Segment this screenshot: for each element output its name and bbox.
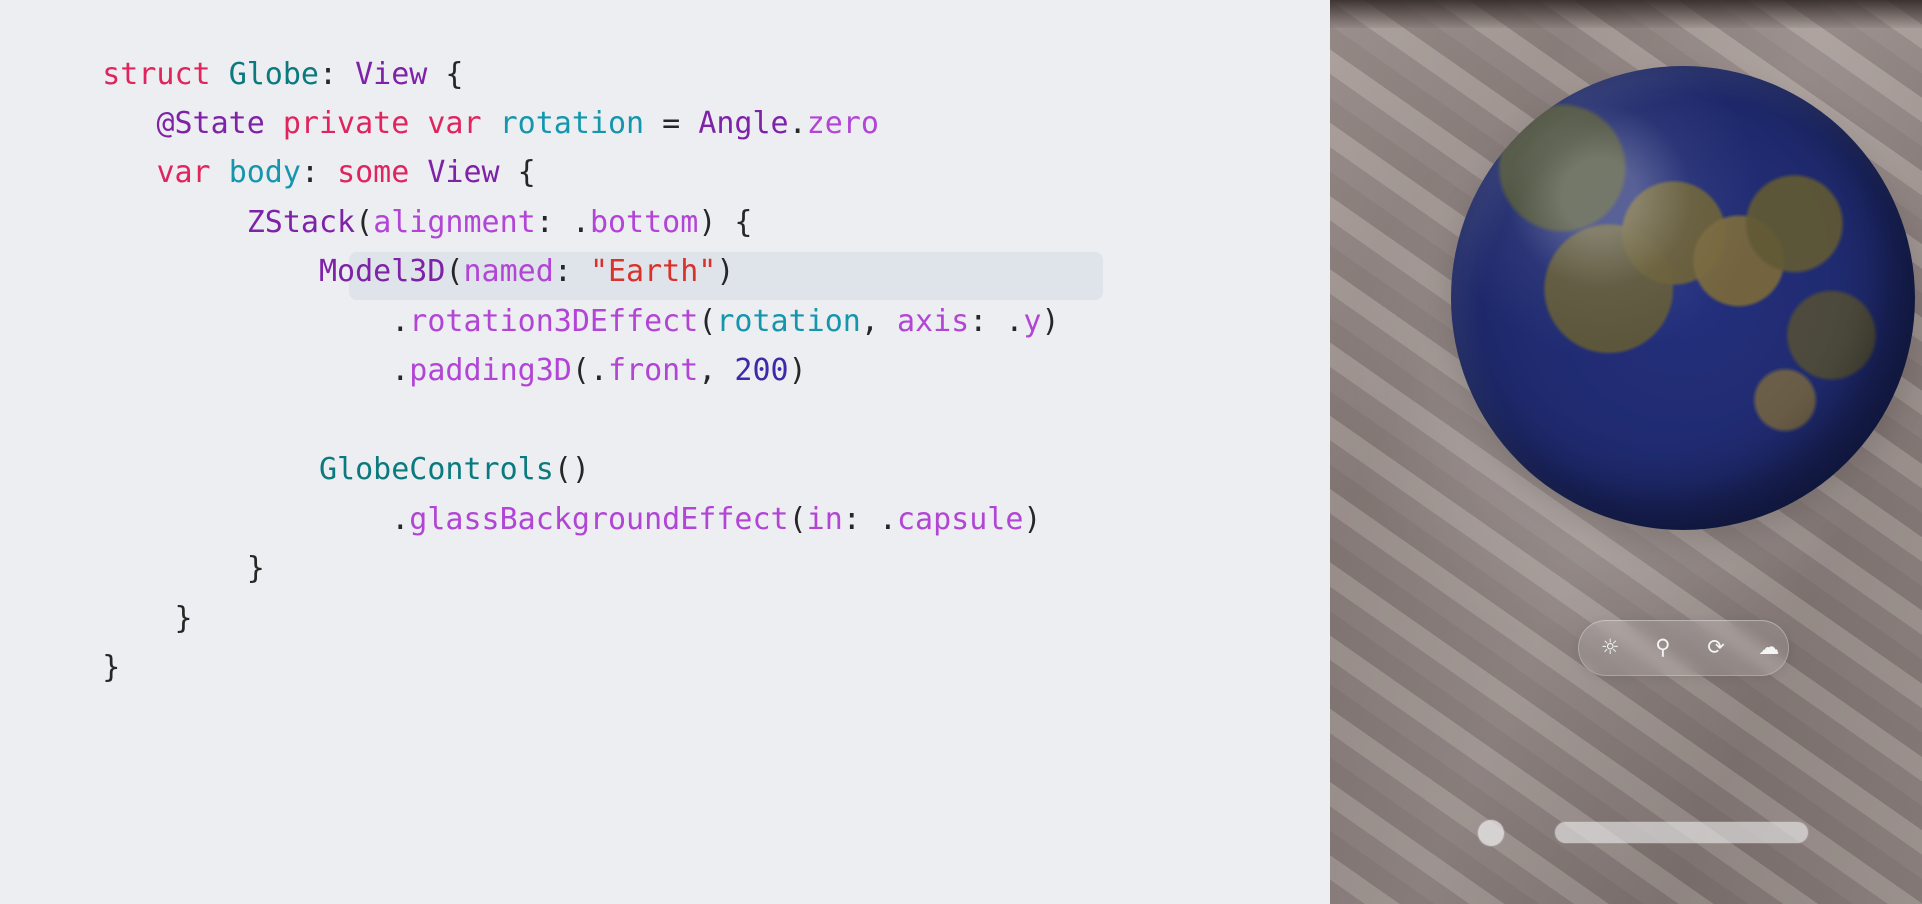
code-line-12: } [30, 547, 193, 636]
earth-model [1451, 66, 1915, 530]
colon-token: : [969, 304, 1006, 339]
dot-token: . [788, 106, 807, 141]
location-icon[interactable]: ⚲ [1646, 630, 1680, 664]
code-editor: struct Globe: View { @State private var … [0, 0, 1330, 904]
brace-close-token: } [102, 650, 121, 685]
code-line-9: GlobeControls() [30, 398, 590, 487]
code-line-3: var body: some View { [30, 101, 535, 190]
code-line-6: .rotation3DEffect(rotation, axis: .y) [30, 250, 1059, 339]
code-line-13: } [30, 596, 120, 685]
member-y: y [1023, 304, 1042, 339]
dot-token: . [878, 502, 897, 537]
method-glassbackgroundeffect: glassBackgroundEffect [409, 502, 789, 537]
code-line-1: struct Globe: View { [30, 3, 463, 92]
paren-open-token: ( [571, 353, 590, 388]
dot-token: . [589, 353, 608, 388]
brace-close-token: } [246, 551, 265, 586]
dot-token: . [391, 353, 410, 388]
code-line-11: } [30, 497, 265, 586]
comma-token: , [860, 304, 897, 339]
method-padding3d: padding3D [409, 353, 572, 388]
type-angle: Angle [698, 106, 789, 141]
member-zero: zero [806, 106, 879, 141]
code-line-7: .padding3D(.front, 200) [30, 299, 806, 388]
dot-token: . [391, 502, 410, 537]
label-in: in [806, 502, 843, 537]
colon-token: : [842, 502, 879, 537]
paren-close-token: ) [788, 353, 807, 388]
label-axis: axis [896, 304, 970, 339]
number-200: 200 [734, 353, 789, 388]
weather-icon[interactable]: ☁ [1752, 630, 1786, 664]
code-line-2: @State private var rotation = Angle.zero [30, 52, 879, 141]
code-line-10: .glassBackgroundEffect(in: .capsule) [30, 448, 1041, 537]
assignment-token: = [644, 106, 699, 141]
paren-open-token: ( [788, 502, 807, 537]
comma-token: , [698, 353, 735, 388]
rotate-icon[interactable]: ⟳ [1699, 630, 1733, 664]
paren-close-token: ) [1023, 502, 1042, 537]
member-front: front [607, 353, 699, 388]
window-control-dot[interactable] [1478, 820, 1504, 846]
code-line-5: Model3D(named: "Earth") [30, 200, 734, 289]
code-line-4: ZStack(alignment: .bottom) { [30, 151, 753, 240]
globe-controls: ☼ ⚲ ⟳ ☁ [1578, 620, 1789, 676]
member-capsule: capsule [896, 502, 1024, 537]
light-icon[interactable]: ☼ [1593, 630, 1627, 664]
window-grab-bar[interactable] [1555, 822, 1808, 843]
dot-token: . [1005, 304, 1024, 339]
indent-token [102, 353, 391, 388]
paren-close-token: ) [1041, 304, 1060, 339]
brace-close-token: } [174, 601, 193, 636]
